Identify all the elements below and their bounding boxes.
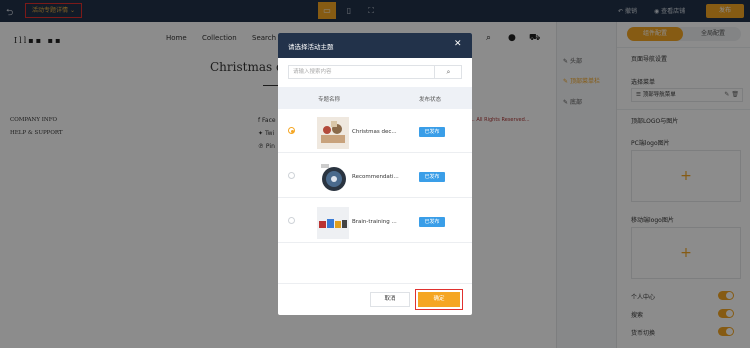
topic-thumbnail <box>317 162 349 194</box>
modal-title: 请选择活动主题 <box>288 43 334 51</box>
status-badge: 已发布 <box>419 127 445 137</box>
row-radio[interactable] <box>288 217 295 224</box>
table-row[interactable]: Christmas dec... 已发布 <box>278 109 472 153</box>
modal-header: 请选择活动主题 ✕ <box>278 33 472 58</box>
confirm-button[interactable]: 确定 <box>418 292 460 307</box>
column-header-status: 发布状态 <box>419 97 442 103</box>
close-icon[interactable]: ✕ <box>454 39 462 49</box>
topic-name: Brain-training ... <box>352 219 397 225</box>
topic-name: Recommendati... <box>352 174 399 180</box>
table-header: 专题名称 发布状态 <box>278 87 472 109</box>
status-badge: 已发布 <box>419 172 445 182</box>
topic-thumbnail <box>317 207 349 239</box>
topic-name: Christmas dec... <box>352 129 397 135</box>
status-badge: 已发布 <box>419 217 445 227</box>
row-radio[interactable] <box>288 127 295 134</box>
table-row[interactable]: Recommendati... 已发布 <box>278 154 472 198</box>
search-box: ⌕ <box>288 65 462 79</box>
topic-thumbnail <box>317 117 349 149</box>
column-header-name: 专题名称 <box>318 97 341 103</box>
search-icon[interactable]: ⌕ <box>434 66 462 78</box>
select-topic-modal: 请选择活动主题 ✕ ⌕ 专题名称 发布状态 Christmas dec... 已… <box>278 33 472 315</box>
table-row[interactable]: Brain-training ... 已发布 <box>278 199 472 243</box>
cancel-button[interactable]: 取消 <box>370 292 410 307</box>
modal-footer-divider <box>278 283 472 284</box>
search-input[interactable] <box>289 66 434 78</box>
row-radio[interactable] <box>288 172 295 179</box>
confirm-highlight: 确定 <box>415 289 463 310</box>
